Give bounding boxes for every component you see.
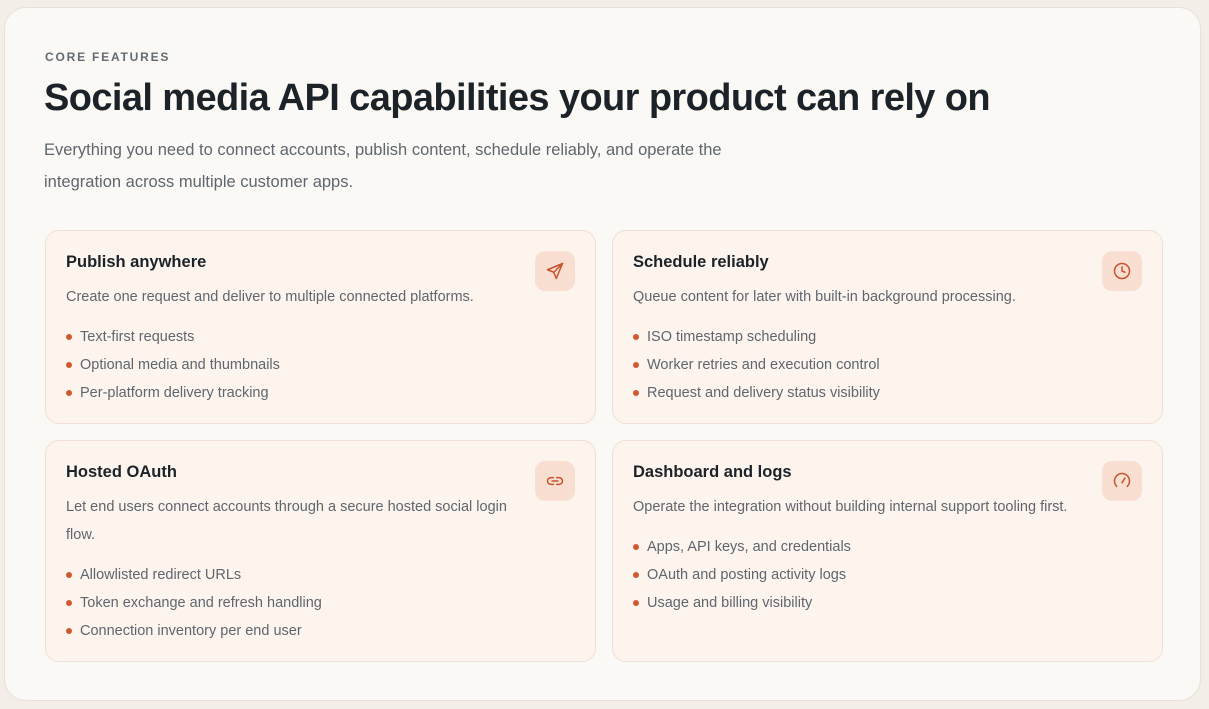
feature-card-description: Queue content for later with built-in ba… [633,289,1016,305]
feature-card-title: Dashboard and logs [633,463,792,481]
clock-icon [1102,251,1142,291]
feature-card-hosted-oauth: Hosted OAuth Let end users connect accou… [45,440,596,662]
list-item: Worker retries and execution control [633,351,880,379]
list-item: OAuth and posting activity logs [633,561,851,589]
list-item: Usage and billing visibility [633,589,851,617]
link-icon [535,461,575,501]
list-item: Optional media and thumbnails [66,351,280,379]
core-features-panel: CORE FEATURES Social media API capabilit… [4,7,1201,701]
list-item: Request and delivery status visibility [633,379,880,407]
feature-card-schedule-reliably: Schedule reliably Queue content for late… [612,230,1163,424]
feature-card-title: Schedule reliably [633,253,769,271]
feature-card-description: Create one request and deliver to multip… [66,289,474,305]
section-eyebrow: CORE FEATURES [45,50,171,64]
feature-card-title: Hosted OAuth [66,463,177,481]
list-item: Connection inventory per end user [66,617,322,645]
list-item: ISO timestamp scheduling [633,323,880,351]
feature-card-description: Let end users connect accounts through a… [66,499,507,543]
list-item: Per-platform delivery tracking [66,379,280,407]
list-item: Allowlisted redirect URLs [66,561,322,589]
feature-card-title: Publish anywhere [66,253,207,271]
list-item: Token exchange and refresh handling [66,589,322,617]
feature-card-bullets: Text-first requests Optional media and t… [66,323,280,407]
feature-card-publish-anywhere: Publish anywhere Create one request and … [45,230,596,424]
feature-card-bullets: ISO timestamp scheduling Worker retries … [633,323,880,407]
feature-card-bullets: Allowlisted redirect URLs Token exchange… [66,561,322,645]
send-icon [535,251,575,291]
feature-card-dashboard-and-logs: Dashboard and logs Operate the integrati… [612,440,1163,662]
feature-card-description: Operate the integration without building… [633,499,1068,515]
list-item: Apps, API keys, and credentials [633,533,851,561]
section-intro: Everything you need to connect accounts,… [44,141,722,191]
gauge-icon [1102,461,1142,501]
list-item: Text-first requests [66,323,280,351]
feature-card-bullets: Apps, API keys, and credentials OAuth an… [633,533,851,617]
section-title: Social media API capabilities your produ… [44,77,991,119]
